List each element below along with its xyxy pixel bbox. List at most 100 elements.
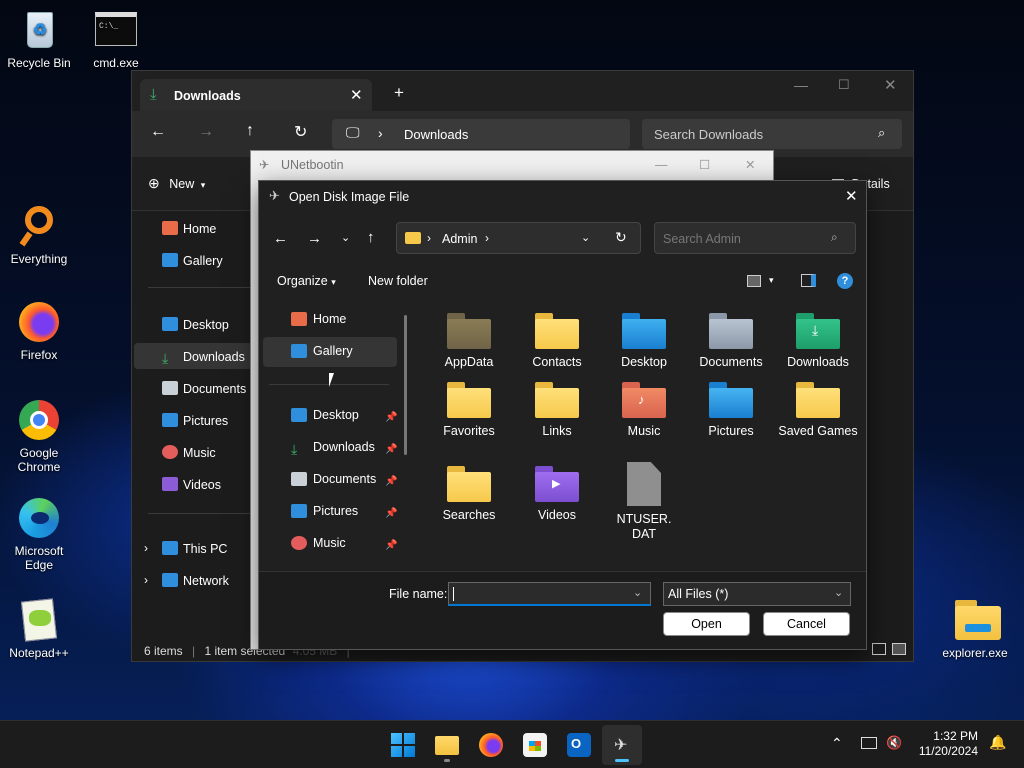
close-window-icon[interactable]: ✕	[884, 76, 897, 94]
close-tab-icon[interactable]: ✕	[350, 86, 363, 104]
notifications-bell-icon[interactable]: 🔔	[989, 734, 1006, 751]
up-icon[interactable]: ↑	[246, 122, 254, 140]
expand-chevron-icon[interactable]: ›	[144, 573, 148, 587]
nav-item-desktop[interactable]: Desktop	[162, 315, 229, 335]
desktop-folder-icon	[622, 313, 666, 349]
back-icon[interactable]: ←	[273, 230, 288, 247]
folder-pictures[interactable]: Pictures	[691, 382, 771, 439]
explorer-tab[interactable]: ⤓ Downloads ✕	[140, 79, 372, 113]
tree-item-documents[interactable]: Documents 📌	[291, 469, 397, 489]
folder-downloads[interactable]: ⤓ Downloads	[778, 313, 858, 370]
nav-item-documents[interactable]: Documents	[162, 379, 246, 399]
folder-music[interactable]: ♪ Music	[604, 382, 684, 439]
folder-saved-games[interactable]: Saved Games	[778, 382, 858, 439]
folder-links[interactable]: Links	[517, 382, 597, 439]
dialog-search-box[interactable]: Search Admin ⌕	[654, 222, 856, 254]
desktop-icon-notepadpp[interactable]: Notepad++	[1, 598, 77, 660]
tree-item-downloads[interactable]: ⤓ Downloads 📌	[291, 437, 397, 457]
network-status-icon[interactable]	[861, 737, 877, 749]
folder-icon	[535, 313, 579, 349]
maximize-icon[interactable]: ☐	[838, 77, 850, 93]
new-folder-button[interactable]: New folder	[368, 274, 428, 288]
chevron-down-icon[interactable]: ⌄	[581, 231, 590, 244]
chevron-down-icon[interactable]: ⌄	[633, 586, 642, 599]
nav-item-videos[interactable]: Videos	[162, 475, 221, 495]
expand-chevron-icon[interactable]: ›	[144, 541, 148, 555]
desktop-icon-everything[interactable]: Everything	[1, 204, 77, 266]
nav-item-this-pc[interactable]: This PC	[162, 539, 227, 559]
folder-documents[interactable]: Documents	[691, 313, 771, 370]
nav-item-downloads[interactable]: ⤓ Downloads	[162, 347, 245, 367]
tiles-view-icon[interactable]	[892, 643, 906, 655]
folder-contacts[interactable]: Contacts	[517, 313, 597, 370]
desktop-icon-firefox[interactable]: Firefox	[1, 300, 77, 362]
desktop-icon-recycle-bin[interactable]: ♻ Recycle Bin	[1, 8, 77, 70]
preview-pane-icon[interactable]	[801, 274, 816, 287]
desktop-icon-cmd[interactable]: C:\_ cmd.exe	[78, 8, 154, 70]
taskbar-unetbootin-button[interactable]: ✈	[610, 733, 634, 762]
forward-icon[interactable]: →	[198, 123, 214, 141]
back-icon[interactable]: ←	[150, 123, 166, 141]
start-button[interactable]	[391, 733, 415, 757]
file-ntuser-dat[interactable]: NTUSER.DAT	[604, 462, 684, 542]
videos-icon	[162, 477, 178, 491]
minimize-icon[interactable]: —	[655, 151, 668, 179]
open-button[interactable]: Open	[663, 612, 750, 636]
taskbar-explorer-button[interactable]	[435, 733, 459, 762]
tree-item-pictures[interactable]: Pictures 📌	[291, 501, 397, 521]
folder-favorites[interactable]: Favorites	[429, 382, 509, 439]
tree-item-desktop[interactable]: Desktop 📌	[291, 405, 397, 425]
breadcrumb-admin[interactable]: Admin	[442, 232, 477, 246]
forward-icon[interactable]: →	[307, 230, 322, 247]
tree-scrollbar[interactable]	[404, 315, 407, 455]
nav-item-home[interactable]: Home	[162, 219, 216, 239]
mouse-cursor-icon	[329, 373, 334, 387]
close-window-icon[interactable]: ✕	[745, 151, 755, 179]
folder-videos[interactable]: ▶ Videos	[517, 466, 597, 523]
breadcrumb-bar[interactable]: › Admin › ⌄ ↻	[396, 222, 641, 254]
taskbar-store-button[interactable]	[523, 733, 547, 757]
folder-icon	[447, 382, 491, 418]
show-hidden-icons-chevron[interactable]: ⌃	[831, 735, 843, 752]
folder-searches[interactable]: Searches	[429, 466, 509, 523]
taskbar-firefox-button[interactable]	[479, 733, 503, 757]
refresh-icon[interactable]: ↻	[294, 122, 307, 142]
new-button[interactable]: ⊕ New ▾	[148, 175, 205, 195]
desktop-icon-explorer[interactable]: explorer.exe	[937, 598, 1013, 660]
address-bar[interactable]: 🖵 › Downloads	[332, 119, 630, 149]
details-view-icon[interactable]	[872, 643, 886, 655]
nav-item-gallery[interactable]: Gallery	[162, 251, 223, 271]
desktop-icon-chrome[interactable]: Google Chrome	[1, 398, 77, 474]
clock[interactable]: 1:32 PM 11/20/2024	[908, 729, 978, 759]
tree-item-gallery[interactable]: Gallery	[291, 341, 353, 361]
pin-icon: 📌	[385, 444, 398, 455]
nav-item-pictures[interactable]: Pictures	[162, 411, 228, 431]
new-tab-icon[interactable]: +	[394, 83, 404, 103]
organize-button[interactable]: Organize ▾	[277, 274, 336, 288]
search-box[interactable]: Search Downloads ⌕	[642, 119, 902, 149]
text-caret	[453, 587, 454, 601]
up-icon[interactable]: ↑	[367, 229, 375, 246]
tree-pane: Home Gallery Desktop 📌 ⤓ Downloads 📌 Docume…	[259, 297, 409, 571]
help-icon[interactable]: ?	[837, 273, 853, 289]
nav-item-music[interactable]: Music	[162, 443, 216, 463]
cancel-button[interactable]: Cancel	[763, 612, 850, 636]
minimize-icon[interactable]: —	[794, 77, 808, 93]
videos-folder-icon: ▶	[535, 466, 579, 502]
close-dialog-icon[interactable]: ✕	[845, 187, 858, 205]
recent-chevron-icon[interactable]: ⌄	[341, 231, 350, 244]
file-name-input[interactable]: ⌄	[448, 582, 651, 606]
folder-appdata[interactable]: AppData	[429, 313, 509, 370]
file-type-select[interactable]: All Files (*) ⌄	[663, 582, 851, 606]
nav-item-network[interactable]: Network	[162, 571, 229, 591]
maximize-icon[interactable]: ☐	[699, 151, 710, 179]
chevron-down-icon[interactable]: ▾	[769, 275, 774, 286]
desktop-icon-edge[interactable]: Microsoft Edge	[1, 496, 77, 572]
taskbar-outlook-button[interactable]: O	[567, 733, 591, 757]
folder-desktop[interactable]: Desktop	[604, 313, 684, 370]
view-options-icon[interactable]	[747, 275, 761, 287]
volume-muted-icon[interactable]: 🔇	[886, 735, 902, 751]
tree-item-home[interactable]: Home	[291, 309, 346, 329]
tree-item-music[interactable]: Music 📌	[291, 533, 397, 553]
refresh-icon[interactable]: ↻	[615, 229, 627, 246]
